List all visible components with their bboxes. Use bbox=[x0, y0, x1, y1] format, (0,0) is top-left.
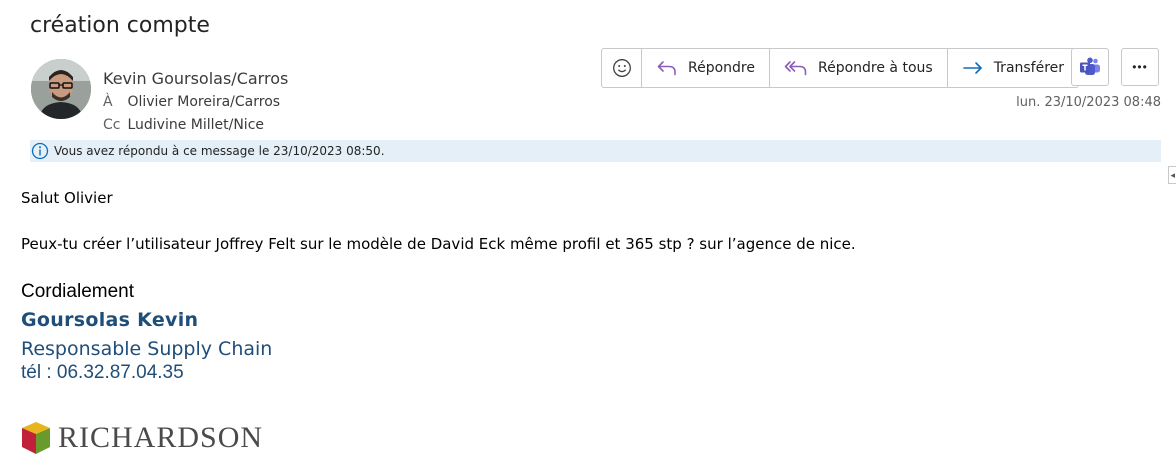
reply-button[interactable]: Répondre bbox=[642, 49, 770, 87]
signature-phone: tél : 06.32.87.04.35 bbox=[21, 362, 184, 383]
message-date: lun. 23/10/2023 08:48 bbox=[1016, 95, 1161, 110]
email-greeting: Salut Olivier bbox=[21, 189, 113, 207]
info-icon bbox=[31, 142, 49, 160]
smiley-icon bbox=[612, 59, 631, 77]
signature-regards: Cordialement bbox=[21, 281, 134, 302]
signature-role: Responsable Supply Chain bbox=[21, 338, 273, 360]
logo-wordmark: RICHARDSON bbox=[58, 421, 264, 454]
sender-avatar[interactable] bbox=[31, 59, 91, 119]
replied-info-banner: Vous avez répondu à ce message le 23/10/… bbox=[30, 140, 1161, 162]
teams-chat-button[interactable] bbox=[1071, 48, 1109, 86]
react-button[interactable] bbox=[602, 49, 642, 87]
reply-icon bbox=[657, 61, 676, 76]
email-paragraph: Peux-tu créer l’utilisateur Joffrey Felt… bbox=[21, 235, 856, 253]
cc-row: Cc Ludivine Millet/Nice bbox=[103, 117, 264, 133]
reply-all-button[interactable]: Répondre à tous bbox=[770, 49, 948, 87]
forward-label: Transférer bbox=[993, 60, 1065, 76]
more-options-icon: ••• bbox=[1132, 60, 1148, 74]
sender-name[interactable]: Kevin Goursolas/Carros bbox=[103, 69, 288, 88]
to-prefix: À bbox=[103, 94, 113, 110]
reply-label: Répondre bbox=[688, 60, 755, 76]
message-actions: Répondre Répondre à tous Transférer bbox=[601, 48, 1080, 88]
company-logo: RICHARDSON bbox=[20, 419, 263, 457]
email-subject: création compte bbox=[30, 13, 210, 38]
cc-prefix: Cc bbox=[103, 117, 121, 133]
reply-all-icon bbox=[784, 61, 807, 76]
info-banner-text: Vous avez répondu à ce message le 23/10/… bbox=[54, 144, 385, 158]
signature-name: Goursolas Kevin bbox=[21, 309, 199, 331]
to-row: À Olivier Moreira/Carros bbox=[103, 94, 280, 110]
richardson-cube-icon bbox=[22, 422, 50, 454]
avatar-photo bbox=[31, 59, 91, 119]
reply-all-label: Répondre à tous bbox=[818, 60, 933, 76]
more-actions-button[interactable]: ••• bbox=[1121, 48, 1159, 86]
forward-button[interactable]: Transférer bbox=[948, 49, 1078, 87]
scrollbar-arrow[interactable]: ◂ bbox=[1168, 166, 1176, 184]
teams-icon bbox=[1080, 57, 1100, 75]
cc-recipient[interactable]: Ludivine Millet/Nice bbox=[127, 117, 264, 133]
forward-arrow-icon bbox=[962, 62, 982, 74]
to-recipient[interactable]: Olivier Moreira/Carros bbox=[127, 94, 280, 110]
